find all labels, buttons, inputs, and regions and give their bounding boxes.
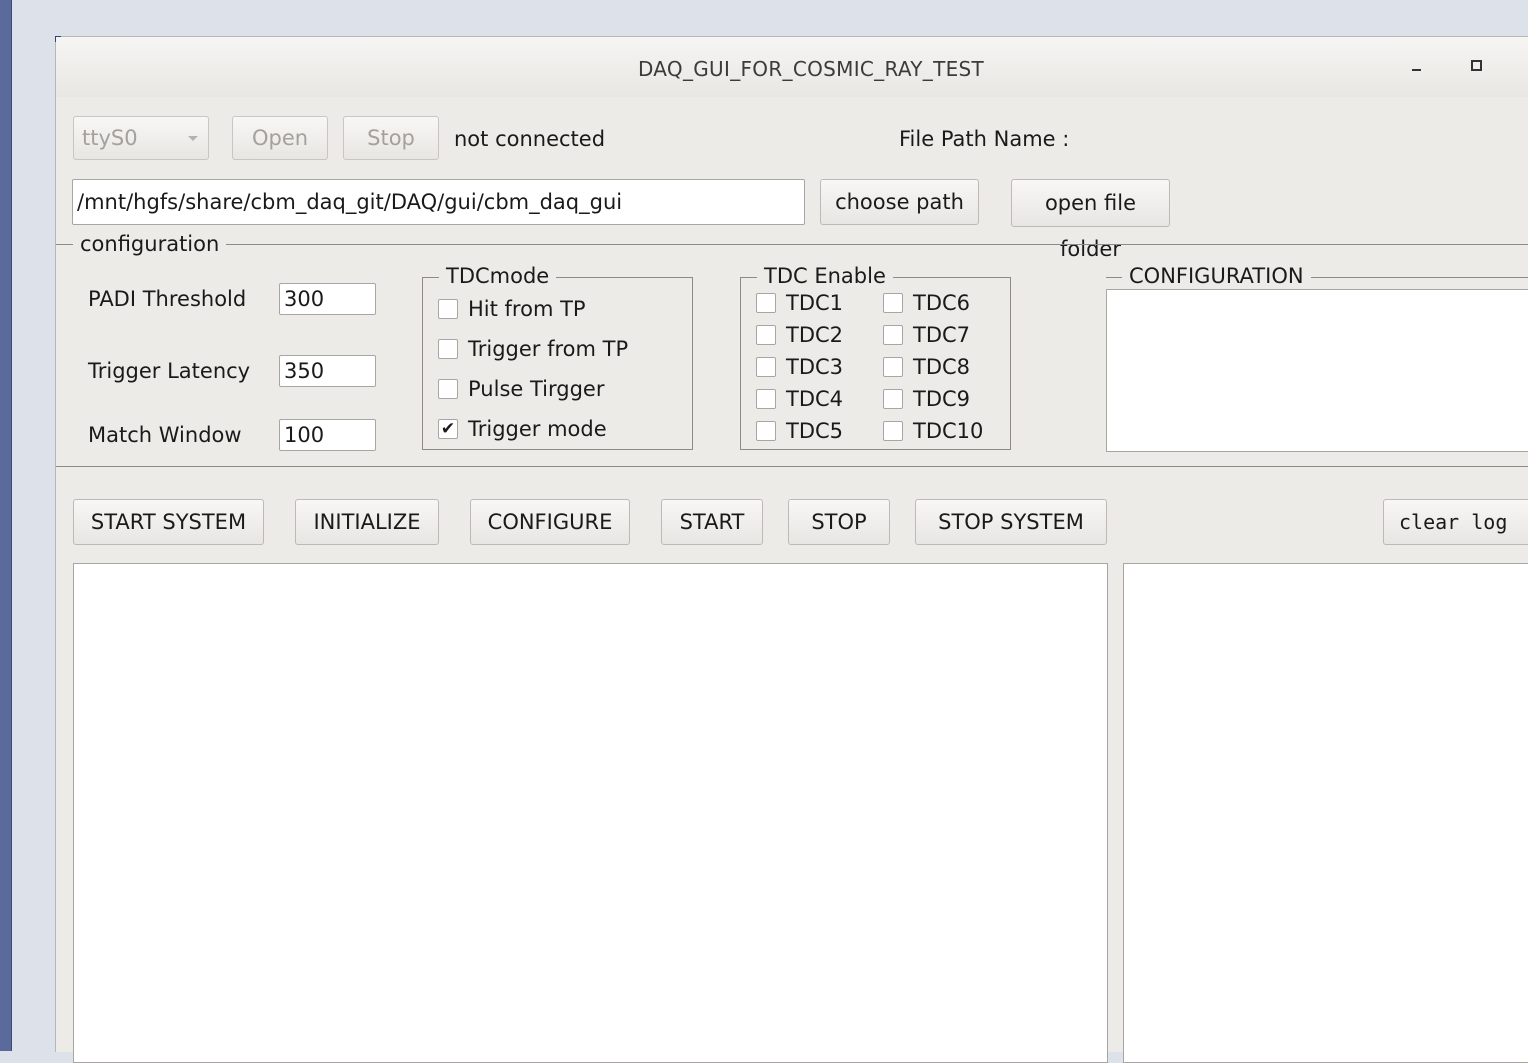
open-file-folder-button[interactable]: open file folder: [1011, 179, 1170, 261]
initialize-button[interactable]: INITIALIZE: [295, 499, 439, 545]
minimize-icon[interactable]: [1404, 53, 1428, 77]
configure-button[interactable]: CONFIGURE: [470, 499, 630, 545]
open-button[interactable]: Open: [232, 116, 328, 160]
tdc-enable-label: TDC7: [913, 323, 971, 347]
window-title: DAQ_GUI_FOR_COSMIC_RAY_TEST: [637, 57, 985, 81]
tdc-enable-label: TDC1: [786, 291, 844, 315]
tdcmode-option-label: Pulse Tirgger: [468, 377, 605, 401]
configuration-group-bottom: [56, 466, 1528, 467]
tdc-enable-checkbox[interactable]: [883, 389, 903, 409]
stop-button[interactable]: STOP: [788, 499, 890, 545]
tdcmode-option-label: Hit from TP: [468, 297, 586, 321]
file-path-label: File Path Name :: [899, 127, 1070, 151]
configuration-textbox[interactable]: [1106, 289, 1528, 452]
tdc-enable-checkbox[interactable]: [756, 293, 776, 313]
tdc-enable-checkbox[interactable]: [756, 389, 776, 409]
tdc-enable-label: TDC4: [786, 387, 844, 411]
stop-system-button[interactable]: STOP SYSTEM: [915, 499, 1107, 545]
port-select[interactable]: ttyS0: [73, 116, 209, 160]
app-window: DAQ_GUI_FOR_COSMIC_RAY_TEST ttyS0 Open S…: [55, 36, 1528, 1063]
choose-path-button[interactable]: choose path: [820, 179, 979, 225]
tdcmode-checkbox[interactable]: ✔: [438, 419, 458, 439]
tdcmode-checkbox[interactable]: [438, 299, 458, 319]
tdcmode-checkbox[interactable]: [438, 339, 458, 359]
tdc-enable-label: TDC9: [913, 387, 971, 411]
padi-threshold-label: PADI Threshold: [88, 287, 247, 311]
start-system-button[interactable]: START SYSTEM: [73, 499, 264, 545]
match-window-input[interactable]: 100: [279, 419, 376, 451]
connection-status: not connected: [454, 127, 606, 151]
stop-connection-button[interactable]: Stop: [343, 116, 439, 160]
match-window-label: Match Window: [88, 423, 242, 447]
tdcmode-checkbox[interactable]: [438, 379, 458, 399]
tdc-enable-checkbox[interactable]: [883, 325, 903, 345]
clear-log-button[interactable]: clear log: [1383, 499, 1528, 545]
tdc-enable-label: TDC8: [913, 355, 971, 379]
trigger-latency-label: Trigger Latency: [88, 359, 251, 383]
config-box-title: CONFIGURATION: [1122, 264, 1311, 288]
tdc-enable-checkbox[interactable]: [756, 421, 776, 441]
tdc-enable-label: TDC2: [786, 323, 844, 347]
tdc-enable-label: TDC3: [786, 355, 844, 379]
configuration-group-title: configuration: [73, 232, 227, 256]
message-log-pane[interactable]: [1123, 563, 1528, 1063]
title-bar[interactable]: DAQ_GUI_FOR_COSMIC_RAY_TEST: [56, 37, 1528, 97]
tdc-enable-checkbox[interactable]: [756, 325, 776, 345]
file-path-input[interactable]: /mnt/hgfs/share/cbm_daq_git/DAQ/gui/cbm_…: [72, 179, 805, 225]
tdc-enable-label: TDC6: [913, 291, 971, 315]
output-log-pane[interactable]: [73, 563, 1108, 1063]
tdcmode-title: TDCmode: [439, 264, 557, 288]
tdc-enable-checkbox[interactable]: [883, 421, 903, 441]
tdc-enable-checkbox[interactable]: [883, 357, 903, 377]
port-select-value: ttyS0: [82, 126, 138, 150]
tdc-enable-label: TDC5: [786, 419, 844, 443]
configuration-group-top: [56, 244, 1528, 245]
chevron-down-icon: [188, 136, 198, 141]
desktop-edge: [0, 0, 12, 1051]
tdcmode-option-label: Trigger from TP: [468, 337, 629, 361]
trigger-latency-input[interactable]: 350: [279, 355, 376, 387]
start-button[interactable]: START: [661, 499, 763, 545]
tdc-enable-checkbox[interactable]: [883, 293, 903, 313]
tdc-enable-label: TDC10: [913, 419, 984, 443]
padi-threshold-input[interactable]: 300: [279, 283, 376, 315]
maximize-icon[interactable]: [1464, 53, 1488, 77]
tdc-enable-checkbox[interactable]: [756, 357, 776, 377]
tdcmode-option-label: Trigger mode: [468, 417, 607, 441]
tdc-enable-title: TDC Enable: [757, 264, 893, 288]
